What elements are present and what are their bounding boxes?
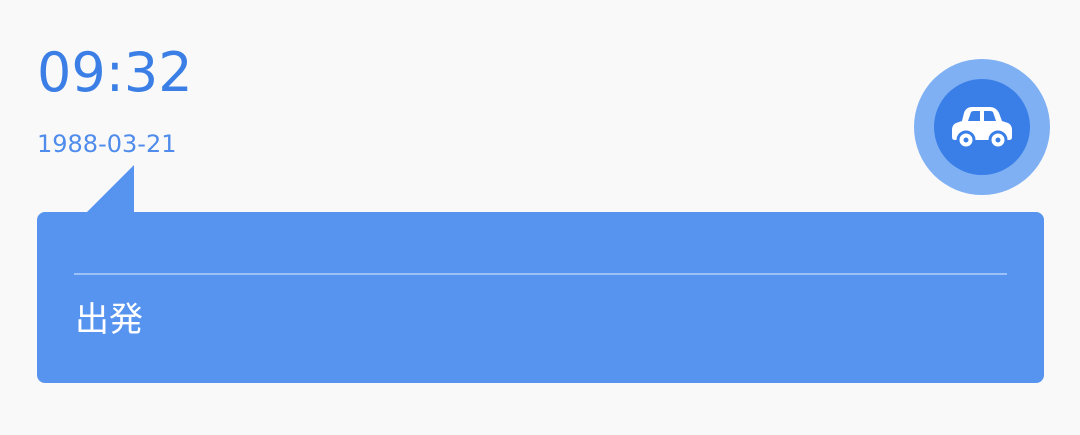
departure-card[interactable]: 出発 (37, 212, 1044, 383)
car-icon (952, 107, 1012, 150)
departure-label: 出発 (75, 300, 143, 340)
callout-pointer (86, 165, 134, 215)
time-label: 09:32 (37, 41, 193, 104)
transport-mode-badge-inner (934, 79, 1030, 175)
transport-mode-badge[interactable] (914, 59, 1050, 195)
card-divider (74, 273, 1007, 275)
date-label: 1988-03-21 (37, 130, 177, 158)
